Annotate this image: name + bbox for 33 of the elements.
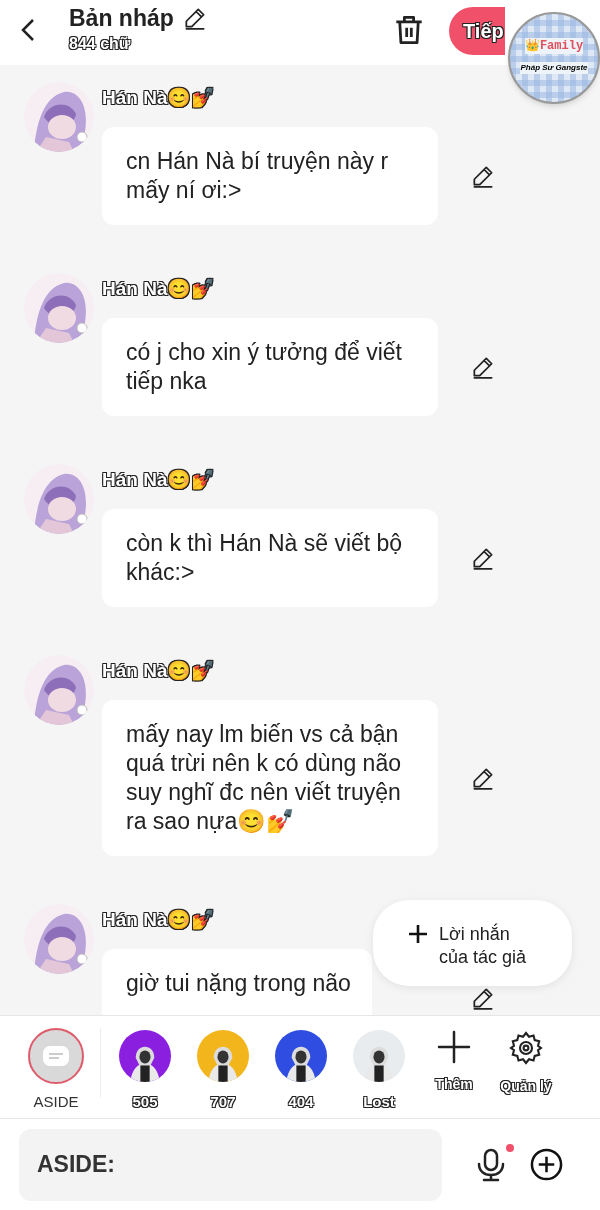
- sticker-badge[interactable]: 👑Family Pháp Sư Gangste: [508, 12, 600, 104]
- character-name: ASIDE: [33, 1092, 79, 1112]
- plus-icon: [409, 925, 427, 943]
- word-count: 844 chữ: [69, 34, 133, 54]
- add-icon[interactable]: [530, 1148, 563, 1181]
- message-bubble[interactable]: giờ tui nặng trong não: [102, 949, 372, 1015]
- author-name: Hán Nà😊💅: [102, 907, 216, 933]
- message-bubble[interactable]: mấy nay lm biến vs cả bận quá trừi nên k có dùng não suy nghĩ đc nên viết truyện ra sao nựa😊💅: [102, 700, 438, 856]
- author-name: Hán Nà😊💅: [102, 467, 216, 493]
- character-name: 505: [132, 1092, 158, 1112]
- back-icon: [21, 18, 35, 42]
- manage-button[interactable]: Quản lý: [490, 1028, 562, 1096]
- trash-icon[interactable]: [395, 15, 423, 45]
- plus-icon: [437, 1030, 471, 1064]
- message-bubble[interactable]: cn Hán Nà bí truyện này r mấy ní ơi:>: [102, 127, 438, 225]
- character-name: Lost: [363, 1092, 395, 1112]
- character-name: 404: [288, 1092, 314, 1112]
- author-name: Hán Nà😊💅: [102, 85, 216, 111]
- add-character-button[interactable]: Thêm: [418, 1028, 490, 1094]
- message-input[interactable]: ASIDE:: [19, 1128, 442, 1201]
- settings-icon: [508, 1030, 544, 1066]
- message-icon: [43, 1046, 69, 1066]
- character-name: 707: [210, 1092, 236, 1112]
- author-note-button[interactable]: Lời nhắn của tác giả: [373, 900, 572, 986]
- message-bubble[interactable]: còn k thì Hán Nà sẽ viết bộ khác:>: [102, 509, 438, 607]
- author-name: Hán Nà😊💅: [102, 276, 216, 302]
- sticker-subtitle: Pháp Sư Gangste: [520, 62, 588, 74]
- aside-avatar[interactable]: [28, 1028, 84, 1084]
- message-bubble[interactable]: có j cho xin ý tưởng để viết tiếp nka: [102, 318, 438, 416]
- sticker-title: 👑Family: [524, 38, 584, 54]
- microphone-icon[interactable]: [476, 1147, 506, 1182]
- author-name: Hán Nà😊💅: [102, 658, 216, 684]
- draft-title: Bản nháp: [69, 4, 174, 33]
